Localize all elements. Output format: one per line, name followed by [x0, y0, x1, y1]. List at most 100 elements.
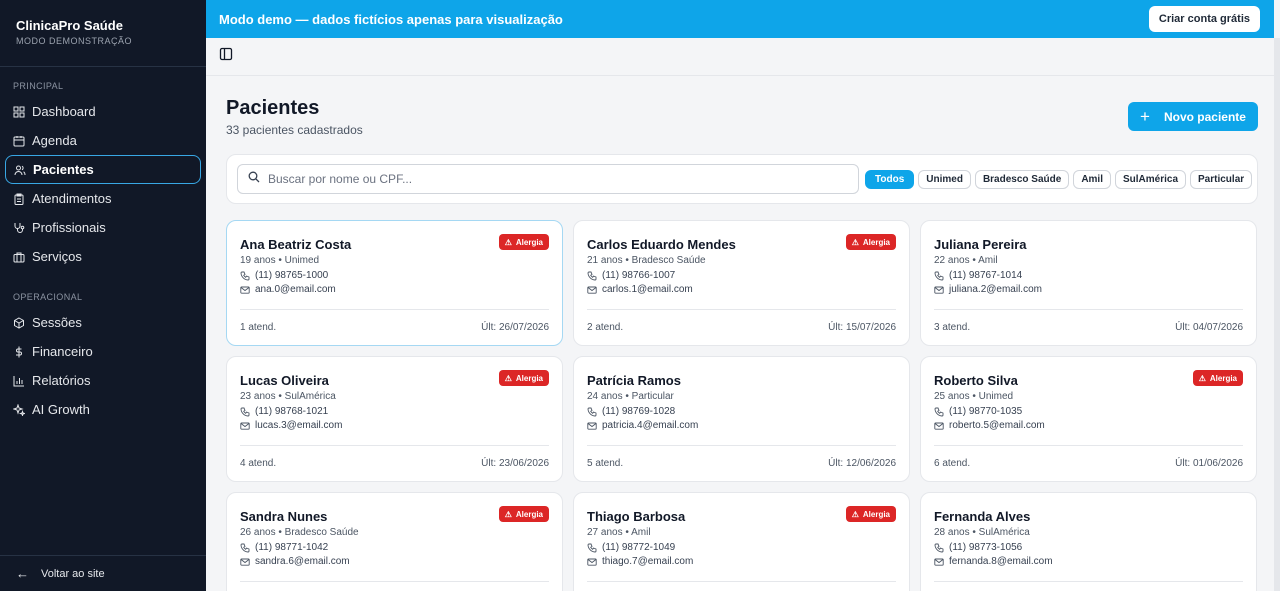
alert-triangle-icon: ⚠ — [504, 237, 512, 247]
patient-email: patricia.4@email.com — [602, 420, 699, 431]
patient-grid: Ana Beatriz Costa 19 anos • Unimed (11) 98… — [226, 220, 1257, 591]
main-content: Pacientes 33 pacientes cadastrados + Nov… — [206, 76, 1274, 591]
card-footer — [240, 581, 549, 591]
page-title: Pacientes — [226, 97, 320, 119]
patient-phone: (11) 98765-1000 — [255, 270, 329, 281]
patient-email: juliana.2@email.com — [949, 284, 1042, 295]
last-visit: Últ: 12/06/2026 — [828, 458, 896, 469]
patient-card[interactable]: Patrícia Ramos 24 anos • Particular (11) 9… — [573, 356, 910, 482]
visit-count: 4 atend. — [240, 458, 277, 469]
sidebar-item-agenda[interactable]: Agenda — [5, 126, 201, 155]
patient-phone: (11) 98769-1028 — [602, 406, 676, 417]
patient-card[interactable]: Fernanda Alves 28 anos • SulAmérica (11) 9… — [920, 492, 1257, 591]
filter-chip[interactable]: Amil — [1073, 170, 1111, 189]
card-footer: 6 atend. Últ: 01/06/2026 — [934, 445, 1243, 481]
patient-phone-row: (11) 98771-1042 — [240, 542, 549, 553]
patient-meta: 25 anos • Unimed — [934, 391, 1014, 402]
sidebar-item-label: Agenda — [32, 133, 77, 148]
patient-email: roberto.5@email.com — [949, 420, 1045, 431]
sidebar-item-relat-rios[interactable]: Relatórios — [5, 366, 201, 395]
patient-email-row: ana.0@email.com — [240, 284, 549, 295]
sidebar-item-sess-es[interactable]: Sessões — [5, 308, 201, 337]
patient-phone: (11) 98768-1021 — [255, 406, 329, 417]
nav-operacional: Sessões Financeiro Relatórios AI Growth — [0, 308, 206, 424]
mail-icon — [587, 557, 597, 567]
patient-phone: (11) 98773-1056 — [949, 542, 1023, 553]
filter-chip[interactable]: Particular — [1190, 170, 1253, 189]
alert-triangle-icon: ⚠ — [504, 373, 512, 383]
patient-phone: (11) 98771-1042 — [255, 542, 329, 553]
patient-card[interactable]: Carlos Eduardo Mendes 21 anos • Bradesco … — [573, 220, 910, 346]
sidebar-item-ai-growth[interactable]: AI Growth — [5, 395, 201, 424]
arrow-left-icon: ← — [16, 566, 29, 581]
patient-email-row: roberto.5@email.com — [934, 420, 1243, 431]
mail-icon — [240, 421, 250, 431]
card-footer: 3 atend. Últ: 04/07/2026 — [934, 309, 1243, 345]
filter-chip[interactable]: Bradesco Saúde — [974, 170, 1070, 189]
patient-card[interactable]: Juliana Pereira 22 anos • Amil (11) 98767-… — [920, 220, 1257, 346]
last-visit: Últ: 15/07/2026 — [828, 322, 896, 333]
patient-phone: (11) 98770-1035 — [949, 406, 1023, 417]
sidebar-item-label: AI Growth — [32, 402, 90, 417]
patient-card[interactable]: Thiago Barbosa 27 anos • Amil (11) 98772-1… — [573, 492, 910, 591]
new-patient-button[interactable]: + Novo paciente — [1128, 102, 1258, 131]
last-visit: Últ: 04/07/2026 — [1175, 322, 1243, 333]
sidebar-item-profissionais[interactable]: Profissionais — [5, 213, 201, 242]
sidebar-item-servi-os[interactable]: Serviços — [5, 242, 201, 271]
visit-count: 6 atend. — [934, 458, 971, 469]
patient-email: sandra.6@email.com — [255, 556, 350, 567]
allergy-label: Alergia — [862, 509, 890, 519]
sidebar-item-label: Profissionais — [32, 220, 106, 235]
patient-phone-row: (11) 98772-1049 — [587, 542, 896, 553]
filter-chip[interactable]: Todos — [865, 170, 915, 189]
patient-email-row: sandra.6@email.com — [240, 556, 549, 567]
card-footer: 5 atend. Últ: 12/06/2026 — [587, 445, 896, 481]
filter-chip[interactable]: Unimed — [918, 170, 971, 189]
patient-email: carlos.1@email.com — [602, 284, 693, 295]
sparkles-icon — [13, 403, 25, 416]
create-account-button[interactable]: Criar conta grátis — [1148, 6, 1260, 32]
filter-chip[interactable]: SulAmérica — [1114, 170, 1187, 189]
visit-count: 3 atend. — [934, 322, 971, 333]
phone-icon — [587, 543, 597, 553]
alert-triangle-icon: ⚠ — [851, 509, 859, 519]
patient-meta: 22 anos • Amil — [934, 255, 998, 266]
allergy-badge: ⚠ Alergia — [845, 506, 896, 522]
sidebar-item-label: Sessões — [32, 315, 82, 330]
patient-meta: 19 anos • Unimed — [240, 255, 320, 266]
sidebar-item-pacientes[interactable]: Pacientes — [5, 155, 201, 184]
sidebar-toggle-icon[interactable] — [219, 47, 233, 66]
sidebar-item-dashboard[interactable]: Dashboard — [5, 97, 201, 126]
patient-email: ana.0@email.com — [255, 284, 336, 295]
patient-card[interactable]: Roberto Silva 25 anos • Unimed (11) 98770-… — [920, 356, 1257, 482]
mail-icon — [587, 285, 597, 295]
scrollbar[interactable] — [1274, 38, 1280, 591]
allergy-label: Alergia — [515, 509, 543, 519]
toolbar — [206, 38, 1274, 76]
allergy-badge: ⚠ Alergia — [498, 370, 549, 386]
search-input[interactable] — [268, 172, 828, 186]
patient-phone: (11) 98766-1007 — [602, 270, 676, 281]
patient-email-row: patricia.4@email.com — [587, 420, 896, 431]
mail-icon — [240, 285, 250, 295]
search-box[interactable] — [237, 164, 859, 194]
stethoscope-icon — [13, 222, 25, 234]
patient-email: lucas.3@email.com — [255, 420, 343, 431]
calendar-icon — [13, 135, 25, 147]
patient-name: Fernanda Alves — [934, 509, 1031, 524]
patient-card[interactable]: Ana Beatriz Costa 19 anos • Unimed (11) 98… — [226, 220, 563, 346]
card-footer: 2 atend. Últ: 15/07/2026 — [587, 309, 896, 345]
briefcase-icon — [13, 251, 25, 263]
patient-card[interactable]: Sandra Nunes 26 anos • Bradesco Saúde (11)… — [226, 492, 563, 591]
sidebar-item-atendimentos[interactable]: Atendimentos — [5, 184, 201, 213]
patient-card[interactable]: Lucas Oliveira 23 anos • SulAmérica (11) 9… — [226, 356, 563, 482]
sidebar-item-label: Serviços — [32, 249, 82, 264]
patient-phone-row: (11) 98773-1056 — [934, 542, 1243, 553]
plus-icon: + — [1140, 106, 1150, 126]
package-icon — [13, 316, 25, 329]
allergy-label: Alergia — [862, 237, 890, 247]
phone-icon — [240, 407, 250, 417]
sidebar-item-label: Financeiro — [32, 344, 93, 359]
sidebar-item-financeiro[interactable]: Financeiro — [5, 337, 201, 366]
back-to-site-link[interactable]: ← Voltar ao site — [0, 555, 206, 591]
